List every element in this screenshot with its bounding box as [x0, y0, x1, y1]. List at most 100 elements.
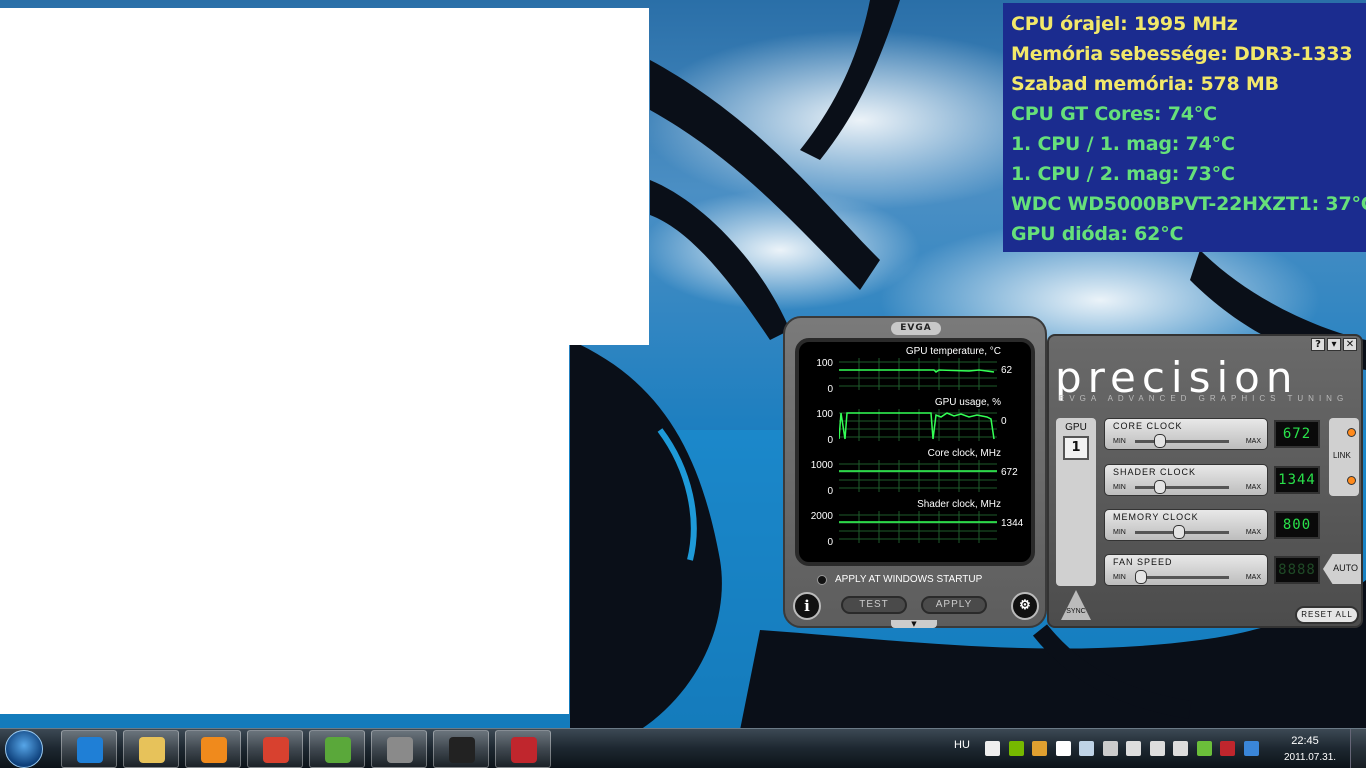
blank-window-region [0, 8, 649, 345]
fan-auto-button[interactable]: AUTO [1323, 554, 1361, 584]
network-icon[interactable] [1102, 741, 1118, 756]
taskbar-app-button[interactable] [433, 730, 489, 768]
slider-min: MIN [1113, 529, 1126, 536]
power-icon[interactable] [1243, 741, 1259, 756]
device-icon[interactable] [1126, 741, 1141, 756]
taskbar-app-button[interactable] [371, 730, 427, 768]
fan-speed-slider[interactable]: FAN SPEED MIN MAX [1104, 554, 1268, 586]
start-button[interactable] [5, 730, 43, 768]
messenger-icon [325, 737, 351, 763]
osd-cpu-clock: CPU órajel: 1995 MHz [1011, 13, 1238, 35]
action-center-icon[interactable] [1055, 741, 1071, 756]
osd-gpu-diode: GPU dióda: 62°C [1011, 223, 1184, 245]
slider-track[interactable] [1135, 486, 1229, 489]
gpu-selector: GPU 1 [1056, 418, 1096, 586]
minimize-button[interactable]: ▾ [1327, 338, 1341, 351]
graph-value: 62 [1001, 365, 1013, 376]
graph-title: Shader clock, MHz [917, 499, 1001, 510]
slider-track[interactable] [1135, 576, 1229, 579]
taskbar-app-button[interactable] [495, 730, 551, 768]
volume-icon[interactable] [1173, 741, 1188, 756]
apply-at-startup-label: APPLY AT WINDOWS STARTUP [835, 574, 983, 585]
rockstar-icon[interactable] [985, 741, 1000, 756]
reset-all-button[interactable]: RESET ALL [1295, 606, 1359, 624]
clock-date[interactable]: 2011.07.31. [1276, 752, 1344, 763]
sensor-osd-panel: CPU órajel: 1995 MHz Memória sebessége: … [1003, 3, 1366, 252]
sync-button[interactable]: SYNC [1061, 590, 1091, 620]
apply-button[interactable]: APPLY [921, 596, 987, 614]
osd-hdd-temp: WDC WD5000BPVT-22HXZT1: 37°C [1011, 193, 1366, 215]
link-button[interactable]: LINK [1329, 418, 1359, 496]
graph-title: GPU temperature, °C [905, 346, 1001, 357]
taskbar-app-button[interactable] [61, 730, 117, 768]
core-clock-slider[interactable]: CORE CLOCK MIN MAX [1104, 418, 1268, 450]
graph-plot [839, 358, 997, 390]
chrome-icon [263, 737, 289, 763]
test-button[interactable]: TEST [841, 596, 907, 614]
nvidia-icon[interactable] [1008, 741, 1024, 756]
monitor-icon[interactable] [1196, 741, 1212, 756]
taskbar: HU 22:45 2011.07.31. [0, 728, 1366, 768]
gpu-number-button[interactable]: 1 [1063, 436, 1089, 460]
help-button[interactable]: ? [1311, 338, 1325, 351]
file-explorer-icon [139, 737, 165, 763]
graph-min: 0 [827, 537, 833, 548]
precision-main-panel[interactable]: ? ▾ ✕ precision EVGA ADVANCED GRAPHICS T… [1047, 334, 1363, 628]
shader-clock-readout: 1344 [1274, 466, 1320, 494]
slider-max: MAX [1245, 438, 1261, 445]
slider-min: MIN [1113, 484, 1126, 491]
wrench-settings-icon[interactable]: ⚙ [1011, 592, 1039, 620]
apply-at-startup-row[interactable]: APPLY AT WINDOWS STARTUP [817, 574, 982, 585]
aida64-tray-icon[interactable] [1220, 741, 1235, 756]
graph-min: 0 [827, 435, 833, 446]
apply-at-startup-checkbox[interactable] [817, 574, 827, 585]
graph-plot [839, 460, 997, 492]
taskbar-app-button[interactable] [185, 730, 241, 768]
graph-value: 1344 [1001, 518, 1024, 529]
slider-thumb[interactable] [1135, 570, 1147, 584]
hardware-monitor-panel[interactable]: EVGA GPU temperature, °C 100 0 62 GPU us… [783, 316, 1047, 628]
slider-thumb[interactable] [1154, 480, 1167, 494]
info-button[interactable]: i [793, 592, 821, 620]
link-label: LINK [1333, 451, 1351, 460]
graph-title: Core clock, MHz [927, 448, 1001, 459]
osd-free-memory: Szabad memória: 578 MB [1011, 73, 1279, 95]
media-player-icon [201, 737, 227, 763]
usb-icon[interactable] [1149, 741, 1165, 756]
taskbar-app-button[interactable] [309, 730, 365, 768]
gpu-label: GPU [1065, 422, 1087, 433]
graph-gpu-usage: GPU usage, % 100 0 0 [799, 397, 1031, 447]
language-indicator[interactable]: HU [954, 739, 970, 751]
graph-plot [839, 409, 997, 441]
slider-thumb[interactable] [1172, 525, 1185, 539]
slider-track[interactable] [1135, 440, 1229, 443]
shader-clock-slider[interactable]: SHADER CLOCK MIN MAX [1104, 464, 1268, 496]
internet-explorer-icon [77, 737, 103, 763]
close-button[interactable]: ✕ [1343, 338, 1357, 351]
slider-thumb[interactable] [1154, 434, 1167, 448]
precision-subtitle: EVGA ADVANCED GRAPHICS TUNING [1059, 394, 1349, 403]
memory-clock-slider[interactable]: MEMORY CLOCK MIN MAX [1104, 509, 1268, 541]
blank-window-region-lower [0, 345, 569, 714]
link-led-top [1347, 428, 1356, 437]
expand-arrow-icon[interactable]: ▼ [891, 620, 937, 628]
graph-min: 0 [827, 486, 833, 497]
taskbar-app-button[interactable] [123, 730, 179, 768]
slider-max: MAX [1245, 529, 1261, 536]
osd-memory-speed: Memória sebessége: DDR3-1333 [1011, 43, 1353, 65]
graph-shader-clock: Shader clock, MHz 2000 0 1344 [799, 499, 1031, 549]
show-desktop-button[interactable] [1350, 729, 1366, 768]
osd-cpu-gt-cores: CPU GT Cores: 74°C [1011, 103, 1217, 125]
evga-badge: EVGA [891, 322, 941, 335]
slider-max: MAX [1245, 484, 1261, 491]
taskbar-app-button[interactable] [247, 730, 303, 768]
security-icon[interactable] [1032, 741, 1047, 756]
slider-title: SHADER CLOCK [1113, 467, 1197, 477]
graph-value: 0 [1001, 416, 1007, 427]
osd-cpu-core-1: 1. CPU / 1. mag: 74°C [1011, 133, 1235, 155]
graph-title: GPU usage, % [934, 397, 1001, 408]
clock-time[interactable]: 22:45 [1282, 735, 1328, 747]
slider-min: MIN [1113, 438, 1126, 445]
graph-max: 2000 [810, 511, 833, 522]
display-icon[interactable] [1079, 741, 1094, 756]
